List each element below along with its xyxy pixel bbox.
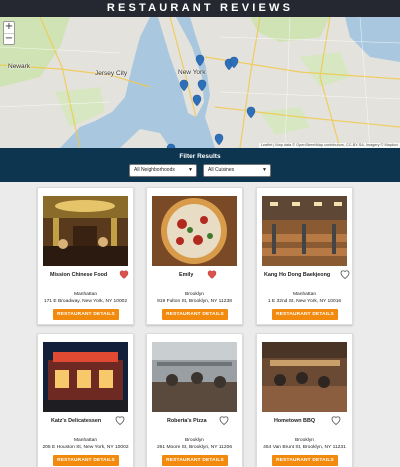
map-label-newark: Newark bbox=[8, 63, 31, 70]
restaurant-photo bbox=[152, 342, 237, 412]
restaurant-details-button[interactable]: RESTAURANT DETAILS bbox=[53, 309, 119, 320]
restaurant-neighborhood: Manhattan bbox=[73, 292, 98, 297]
cuisine-select-value: All Cuisines bbox=[208, 167, 235, 173]
filter-title: Filter Results bbox=[179, 153, 221, 160]
zoom-in-button[interactable]: + bbox=[4, 22, 14, 33]
favorite-heart-outline-icon[interactable] bbox=[114, 414, 126, 426]
restaurant-card: Emily Brooklyn 919 Fulton St, Brooklyn, … bbox=[146, 187, 243, 325]
restaurant-details-button[interactable]: RESTAURANT DETAILS bbox=[162, 309, 228, 320]
map-tiles[interactable] bbox=[0, 17, 400, 148]
map-label-new-york: New York bbox=[178, 69, 206, 76]
restaurant-details-button[interactable]: RESTAURANT DETAILS bbox=[162, 455, 228, 466]
restaurant-name: Emily bbox=[179, 272, 194, 278]
cuisine-select[interactable]: All Cuisines ▼ bbox=[203, 164, 271, 177]
restaurant-address: 919 Fulton St, Brooklyn, NY 11238 bbox=[157, 299, 232, 304]
filter-bar: Filter Results All Neighborhoods ▼ All C… bbox=[0, 148, 400, 182]
restaurant-address: 171 E Broadway, New York, NY 10002 bbox=[43, 299, 128, 304]
favorite-heart-outline-icon[interactable] bbox=[330, 414, 342, 426]
restaurant-photo bbox=[262, 342, 347, 412]
restaurant-name: Katz's Delicatessen bbox=[51, 418, 102, 424]
restaurant-neighborhood: Brooklyn bbox=[184, 292, 205, 297]
favorite-heart-outline-icon[interactable] bbox=[218, 414, 230, 426]
restaurant-card: Katz's Delicatessen Manhattan 205 E Hous… bbox=[37, 333, 134, 467]
restaurant-address: 261 Moore St, Brooklyn, NY 11206 bbox=[156, 445, 233, 450]
favorite-heart-outline-icon[interactable] bbox=[339, 268, 351, 280]
restaurant-photo bbox=[43, 196, 128, 266]
restaurant-card: Kang Ho Dong Baekjeong Manhattan 1 E 32n… bbox=[256, 187, 353, 325]
restaurant-name: Mission Chinese Food bbox=[50, 272, 108, 278]
map-zoom-control: + − bbox=[3, 21, 15, 45]
neighborhood-select-value: All Neighborhoods bbox=[134, 167, 175, 173]
restaurant-address: 205 E Houston St, New York, NY 10002 bbox=[42, 445, 129, 450]
restaurant-address: 454 Van Brunt St, Brooklyn, NY 11231 bbox=[263, 445, 346, 450]
zoom-out-button[interactable]: − bbox=[4, 33, 14, 44]
restaurant-neighborhood: Brooklyn bbox=[294, 438, 315, 443]
restaurant-details-button[interactable]: RESTAURANT DETAILS bbox=[272, 309, 338, 320]
map[interactable]: + − Newark Jersey City New York Leaflet … bbox=[0, 17, 400, 148]
favorite-heart-icon[interactable] bbox=[118, 268, 130, 280]
restaurant-address: 1 E 32nd St, New York, NY 10016 bbox=[267, 299, 342, 304]
restaurant-neighborhood: Manhattan bbox=[292, 292, 317, 297]
restaurant-photo bbox=[43, 342, 128, 412]
restaurant-photo bbox=[152, 196, 237, 266]
restaurant-card: Roberta's Pizza Brooklyn 261 Moore St, B… bbox=[146, 333, 243, 467]
restaurant-card: Hometown BBQ Brooklyn 454 Van Brunt St, … bbox=[256, 333, 353, 467]
page-title: RESTAURANT REVIEWS bbox=[0, 0, 400, 17]
restaurant-name: Roberta's Pizza bbox=[167, 418, 207, 424]
restaurant-details-button[interactable]: RESTAURANT DETAILS bbox=[272, 455, 338, 466]
restaurant-card: Mission Chinese Food Manhattan 171 E Bro… bbox=[37, 187, 134, 325]
map-attribution[interactable]: Leaflet | Map data © OpenStreetMap contr… bbox=[258, 143, 400, 148]
chevron-down-icon: ▼ bbox=[262, 167, 267, 173]
favorite-heart-icon[interactable] bbox=[206, 268, 218, 280]
chevron-down-icon: ▼ bbox=[188, 167, 193, 173]
neighborhood-select[interactable]: All Neighborhoods ▼ bbox=[129, 164, 197, 177]
restaurant-details-button[interactable]: RESTAURANT DETAILS bbox=[53, 455, 119, 466]
restaurant-neighborhood: Manhattan bbox=[73, 438, 98, 443]
restaurant-name: Hometown BBQ bbox=[274, 418, 316, 424]
restaurant-neighborhood: Brooklyn bbox=[184, 438, 205, 443]
map-label-jersey-city: Jersey City bbox=[95, 70, 128, 77]
restaurant-name: Kang Ho Dong Baekjeong bbox=[264, 272, 331, 278]
restaurant-photo bbox=[262, 196, 347, 266]
